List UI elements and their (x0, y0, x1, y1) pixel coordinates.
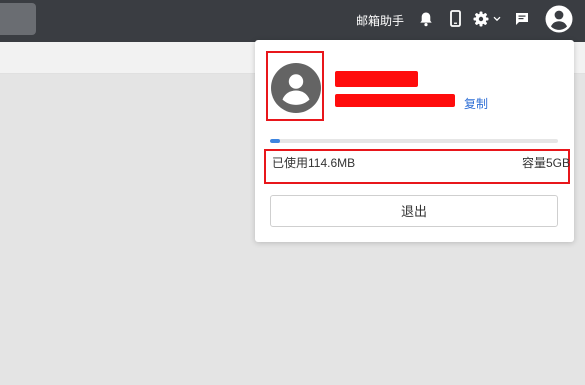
bell-icon[interactable] (419, 11, 433, 27)
mail-assistant-link[interactable]: 邮箱助手 (356, 12, 404, 29)
storage-progress-bar (270, 139, 558, 143)
user-avatar-icon[interactable] (545, 5, 573, 33)
gear-icon[interactable] (473, 11, 489, 27)
top-bar: 邮箱助手 (0, 0, 585, 42)
phone-icon[interactable] (450, 10, 461, 27)
account-avatar-icon (271, 63, 321, 113)
logout-button[interactable]: 退出 (270, 195, 558, 227)
chevron-down-icon[interactable] (493, 16, 501, 22)
storage-progress-fill (270, 139, 281, 143)
redacted-account-name (335, 71, 418, 87)
account-dropdown-panel: 复制 已使用114.6MB 容量5GB 退出 (255, 40, 574, 242)
copy-email-link[interactable]: 复制 (464, 95, 488, 112)
storage-highlight-box: 已使用114.6MB 容量5GB (264, 149, 570, 184)
storage-used-text: 已使用114.6MB (272, 156, 356, 170)
avatar-highlight-box (266, 51, 324, 121)
redacted-email-address (335, 94, 455, 107)
chat-icon[interactable] (515, 12, 529, 26)
search-box[interactable] (0, 3, 36, 35)
storage-capacity-text: 容量5GB (521, 156, 570, 170)
